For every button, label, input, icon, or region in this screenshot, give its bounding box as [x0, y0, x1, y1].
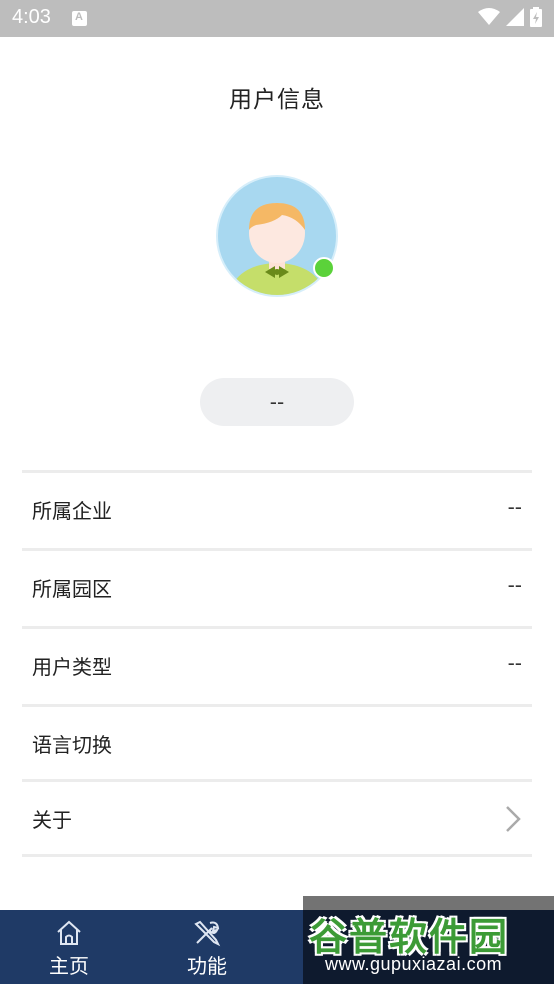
watermark-overlay: 谷普软件园 www.gupuxiazai.com — [303, 896, 554, 984]
watermark-title: 谷普软件园 — [309, 915, 510, 959]
tools-icon — [194, 920, 221, 947]
status-time: 4:03 — [12, 6, 51, 28]
signal-icon — [506, 8, 524, 26]
user-name-pill: -- — [200, 378, 354, 426]
page-title: 用户信息 — [229, 87, 325, 113]
row-company: 所属企业 -- — [22, 473, 532, 548]
row-label-park: 所属园区 — [32, 577, 112, 601]
row-label-user-type: 用户类型 — [32, 655, 112, 679]
row-value-company: -- — [507, 495, 522, 519]
row-about[interactable]: 关于 — [22, 782, 532, 854]
battery-icon — [530, 7, 542, 27]
info-list: 所属企业 -- 所属园区 -- 用户类型 -- 语言切换 关于 — [22, 470, 532, 857]
nav-item-home[interactable]: 主页 — [0, 910, 138, 984]
row-label-company: 所属企业 — [32, 499, 112, 523]
notification-a-icon — [72, 11, 87, 26]
row-park: 所属园区 -- — [22, 551, 532, 626]
row-value-user-type: -- — [507, 651, 522, 675]
home-icon — [57, 920, 81, 945]
nav-label-home: 主页 — [49, 954, 89, 978]
row-label-language-switch: 语言切换 — [32, 733, 112, 757]
watermark-url: www.gupuxiazai.com — [325, 954, 503, 974]
row-label-about: 关于 — [32, 808, 72, 832]
status-bar: 4:03 — [0, 0, 554, 37]
row-user-type: 用户类型 -- — [22, 629, 532, 704]
nav-label-functions: 功能 — [187, 954, 227, 978]
row-language-switch[interactable]: 语言切换 — [22, 707, 532, 779]
nav-item-functions[interactable]: 功能 — [138, 910, 276, 984]
row-value-park: -- — [507, 573, 522, 597]
chevron-right-icon — [506, 806, 521, 832]
avatar[interactable] — [216, 175, 338, 297]
wifi-icon — [478, 8, 500, 25]
divider — [22, 854, 532, 857]
online-status-dot — [313, 257, 335, 279]
status-icons — [478, 7, 542, 27]
